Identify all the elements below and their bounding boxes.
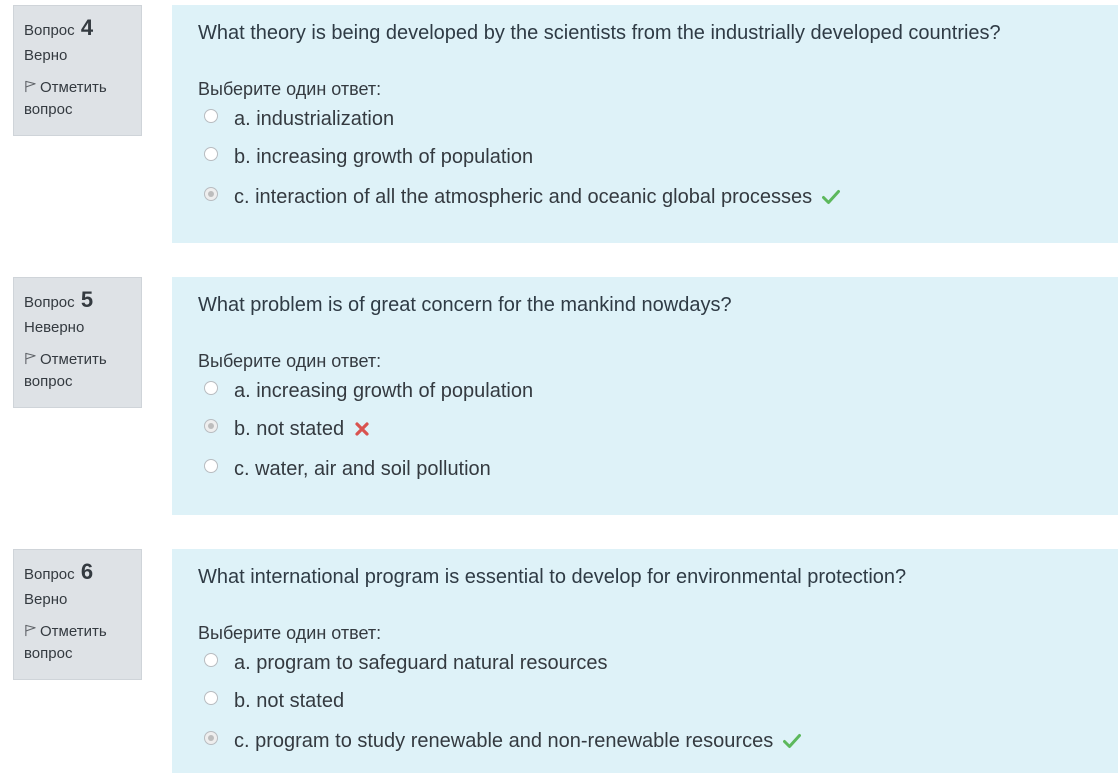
flag-question-link[interactable]: Отметить вопрос xyxy=(24,349,131,393)
answer-text: c. water, air and soil pollution xyxy=(234,458,491,480)
answer-text: c. program to study renewable and non-re… xyxy=(234,730,774,752)
radio-button[interactable] xyxy=(204,653,218,667)
question-state: Верно xyxy=(24,47,68,64)
question-label: Вопрос xyxy=(24,22,75,39)
answer-text: b. not stated xyxy=(234,690,345,712)
question-info-panel: Вопрос 5 Неверно Отметить вопрос xyxy=(13,277,142,408)
answer-prompt: Выберите один ответ: xyxy=(198,623,382,643)
question-content: What problem is of great concern for the… xyxy=(172,277,1118,515)
question-state: Верно xyxy=(24,591,68,608)
answer-option-c[interactable]: c. water, air and soil pollution xyxy=(198,458,1092,498)
question-number-line: Вопрос 4 xyxy=(24,14,131,42)
question-text: What problem is of great concern for the… xyxy=(198,294,732,316)
check-icon xyxy=(821,190,840,204)
flag-question-link[interactable]: Отметить вопрос xyxy=(24,621,131,665)
answer-option-b[interactable]: b. not stated xyxy=(198,418,1092,458)
question-number: 4 xyxy=(80,15,94,40)
flag-question-link[interactable]: Отметить вопрос xyxy=(24,77,131,121)
answer-text: a. increasing growth of population xyxy=(234,380,534,402)
flag-icon xyxy=(25,624,36,637)
question-text: What international program is essential … xyxy=(198,566,907,588)
answer-text: a. program to safeguard natural resource… xyxy=(234,652,608,674)
answer-text: b. not stated xyxy=(234,418,345,440)
question-label: Вопрос xyxy=(24,294,75,311)
answer-option-a[interactable]: a. program to safeguard natural resource… xyxy=(198,652,1092,690)
answer-option-a[interactable]: a. increasing growth of population xyxy=(198,380,1092,418)
question-info-panel: Вопрос 4 Верно Отметить вопрос xyxy=(13,5,142,136)
radio-button-selected[interactable] xyxy=(204,419,218,433)
radio-button-selected[interactable] xyxy=(204,731,218,745)
radio-button[interactable] xyxy=(204,147,218,161)
question-content: What theory is being developed by the sc… xyxy=(172,5,1118,243)
answer-option-a[interactable]: a. industrialization xyxy=(198,108,1092,146)
answer-option-b[interactable]: b. not stated xyxy=(198,690,1092,730)
answer-text: b. increasing growth of population xyxy=(234,146,534,168)
radio-button[interactable] xyxy=(204,109,218,123)
answer-list: a. industrialization b. increasing growt… xyxy=(198,108,1092,226)
radio-button[interactable] xyxy=(204,691,218,705)
answer-list: a. program to safeguard natural resource… xyxy=(198,652,1092,770)
answer-option-c[interactable]: c. interaction of all the atmospheric an… xyxy=(198,186,1092,226)
question-text: What theory is being developed by the sc… xyxy=(198,22,1001,44)
question-label: Вопрос xyxy=(24,566,75,583)
answer-option-c[interactable]: c. program to study renewable and non-re… xyxy=(198,730,1092,770)
radio-button[interactable] xyxy=(204,459,218,473)
flag-icon xyxy=(25,80,36,93)
question-number-line: Вопрос 5 xyxy=(24,286,131,314)
question-state: Неверно xyxy=(24,319,85,336)
flag-icon xyxy=(25,352,36,365)
question-number-line: Вопрос 6 xyxy=(24,558,131,586)
question-number: 5 xyxy=(80,287,94,312)
question-content: What international program is essential … xyxy=(172,549,1118,773)
question-number: 6 xyxy=(80,559,94,584)
answer-text: c. interaction of all the atmospheric an… xyxy=(234,186,813,208)
radio-button[interactable] xyxy=(204,381,218,395)
answer-prompt: Выберите один ответ: xyxy=(198,351,382,371)
radio-button-selected[interactable] xyxy=(204,187,218,201)
answer-text: a. industrialization xyxy=(234,108,395,130)
answer-prompt: Выберите один ответ: xyxy=(198,79,382,99)
answer-option-b[interactable]: b. increasing growth of population xyxy=(198,146,1092,186)
check-icon xyxy=(782,734,801,748)
question-info-panel: Вопрос 6 Верно Отметить вопрос xyxy=(13,549,142,680)
cross-icon xyxy=(355,422,369,436)
answer-list: a. increasing growth of population b. no… xyxy=(198,380,1092,498)
